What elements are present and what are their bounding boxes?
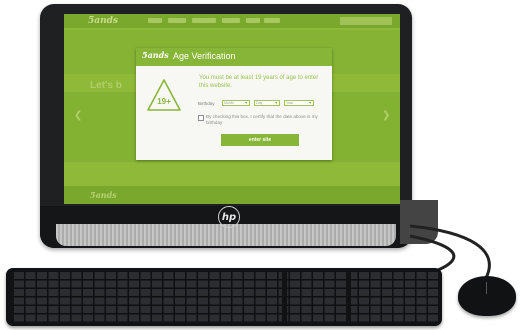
keyboard-gap	[346, 272, 351, 322]
keyboard-gap	[282, 272, 287, 322]
mouse-button-split	[486, 282, 487, 294]
mouse	[458, 276, 516, 316]
keyboard-key-rows	[14, 272, 438, 322]
